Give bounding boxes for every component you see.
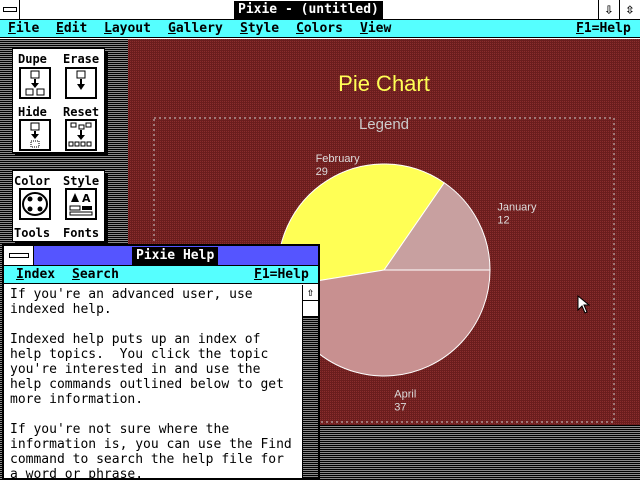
system-menu-button[interactable] <box>0 0 20 19</box>
hide-icon <box>30 122 40 148</box>
fonts-label: Fonts <box>63 226 100 240</box>
hide-button[interactable] <box>19 119 51 151</box>
reset-label: Reset <box>63 105 100 119</box>
tools-label: Tools <box>14 226 51 240</box>
style-label: Style <box>63 174 100 188</box>
menu-style[interactable]: Style <box>240 21 279 37</box>
dupe-icon <box>25 70 45 96</box>
help-title-bar[interactable]: Pixie Help <box>4 246 318 266</box>
legend-label: Legend <box>359 116 409 133</box>
app-title-bar[interactable]: Pixie - (untitled) ⇩ ⇳ <box>0 0 640 20</box>
help-system-menu-button[interactable] <box>4 246 34 265</box>
slice-value-january: 12 <box>497 215 509 227</box>
color-tool-button[interactable] <box>19 188 51 220</box>
hide-label: Hide <box>18 105 47 119</box>
slice-value-february: 29 <box>316 166 328 178</box>
help-window: Pixie Help Index Search F1=Help If you'r… <box>2 244 320 480</box>
menu-gallery[interactable]: Gallery <box>168 21 223 37</box>
erase-label: Erase <box>63 52 100 66</box>
erase-icon <box>76 70 86 90</box>
menu-colors[interactable]: Colors <box>296 21 343 37</box>
style-toolbox-panel: Color Style A Tools Fonts <box>12 170 105 242</box>
slice-label-april: April <box>394 389 416 401</box>
color-label: Color <box>14 174 51 188</box>
dupe-label: Dupe <box>18 52 47 66</box>
erase-button[interactable] <box>65 67 97 99</box>
palette-icon <box>22 192 48 216</box>
slice-value-april: 37 <box>394 402 406 414</box>
minimize-button[interactable]: ⇩ <box>598 0 619 19</box>
reset-button[interactable] <box>65 119 97 151</box>
slice-label-january: January <box>497 202 537 214</box>
toolbox-panel: Dupe Erase Hide Reset <box>12 48 105 153</box>
menu-bar: File Edit Layout Gallery Style Colors Vi… <box>0 20 640 38</box>
help-menu-search[interactable]: Search <box>72 267 119 283</box>
maximize-button[interactable]: ⇳ <box>619 0 640 19</box>
style-tool-button[interactable]: A <box>65 188 97 220</box>
menu-layout[interactable]: Layout <box>104 21 151 37</box>
scroll-up-arrow-icon[interactable]: ⇧ <box>303 285 318 301</box>
mouse-pointer-icon <box>577 295 591 314</box>
reset-icon <box>68 122 92 147</box>
menu-edit[interactable]: Edit <box>56 21 87 37</box>
help-menu-bar: Index Search F1=Help <box>4 266 318 284</box>
style-icon: A <box>69 192 93 216</box>
help-body-text: If you're an advanced user, use indexed … <box>10 287 292 479</box>
scroll-thumb[interactable] <box>303 301 318 317</box>
menu-help-hint[interactable]: F1=Help <box>576 21 631 37</box>
app-title: Pixie - (untitled) <box>234 1 383 19</box>
help-menu-index[interactable]: Index <box>16 267 55 283</box>
help-scrollbar[interactable]: ⇧ <box>302 285 318 478</box>
help-f1-hint[interactable]: F1=Help <box>254 267 309 283</box>
svg-text:A: A <box>82 192 91 205</box>
dupe-button[interactable] <box>19 67 51 99</box>
chart-title: Pie Chart <box>338 71 430 96</box>
menu-view[interactable]: View <box>360 21 391 37</box>
menu-file[interactable]: File <box>8 21 39 37</box>
help-title: Pixie Help <box>132 247 219 265</box>
slice-label-february: February <box>316 153 361 165</box>
